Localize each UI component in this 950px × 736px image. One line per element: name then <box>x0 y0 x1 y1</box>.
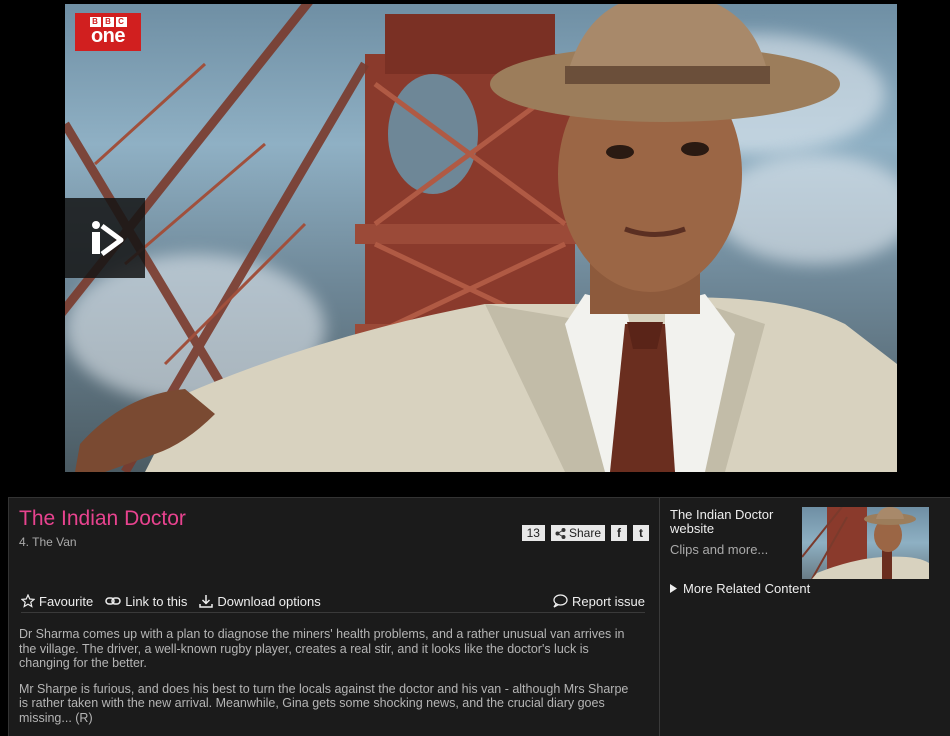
link-to-this-button[interactable]: Link to this <box>105 594 187 609</box>
thumbnail-image <box>802 507 929 579</box>
clips-and-more-link[interactable]: Clips and more... <box>670 542 768 557</box>
presenter-figure <box>75 4 897 472</box>
share-label: Share <box>568 526 601 540</box>
play-button[interactable] <box>65 198 145 278</box>
description-paragraph: Dr Sharma comes up with a plan to diagno… <box>19 627 625 670</box>
download-icon <box>199 595 214 608</box>
link-icon <box>105 597 121 605</box>
episode-title: 4. The Van <box>19 535 77 549</box>
speech-bubble-icon <box>553 594 568 608</box>
programme-website-thumbnail[interactable] <box>802 507 929 579</box>
bbc-one-logo: B B C one <box>75 13 141 51</box>
facebook-icon[interactable]: f <box>611 525 627 541</box>
more-related-content-toggle[interactable]: More Related Content <box>670 581 810 596</box>
programme-description: Dr Sharma comes up with a plan to diagno… <box>19 627 639 736</box>
star-icon <box>21 594 35 608</box>
report-label: Report issue <box>572 593 645 609</box>
download-options-button[interactable]: Download options <box>199 593 321 609</box>
favourite-label: Favourite <box>39 593 94 609</box>
programme-title[interactable]: The Indian Doctor <box>19 507 186 531</box>
channel-name: one <box>90 25 126 47</box>
triangle-right-icon <box>670 584 677 593</box>
share-count: 13 <box>521 525 545 541</box>
iplayer-play-icon <box>92 221 124 257</box>
report-issue-button[interactable]: Report issue <box>552 594 645 609</box>
download-label: Download options <box>217 593 321 609</box>
programme-website-link[interactable]: The Indian Doctor website <box>670 508 798 536</box>
link-label: Link to this <box>125 593 188 609</box>
twitter-icon[interactable]: t <box>633 525 649 541</box>
share-icon <box>555 527 566 539</box>
share-area: 13 Share f t <box>521 525 649 541</box>
related-sidebar: The Indian Doctor website Clips and more… <box>670 498 950 736</box>
programme-info-panel: The Indian Doctor 4. The Van 13 Share f … <box>8 497 950 736</box>
share-button[interactable]: Share <box>550 525 605 541</box>
programme-details: The Indian Doctor 4. The Van 13 Share f … <box>9 498 660 736</box>
favourite-button[interactable]: Favourite <box>21 594 93 609</box>
description-paragraph: Mr Sharpe is furious, and does his best … <box>19 681 629 725</box>
programme-toolbar: Favourite Link to this Download options <box>21 590 645 613</box>
video-player[interactable]: B B C one <box>65 4 897 472</box>
more-related-label: More Related Content <box>683 581 811 596</box>
